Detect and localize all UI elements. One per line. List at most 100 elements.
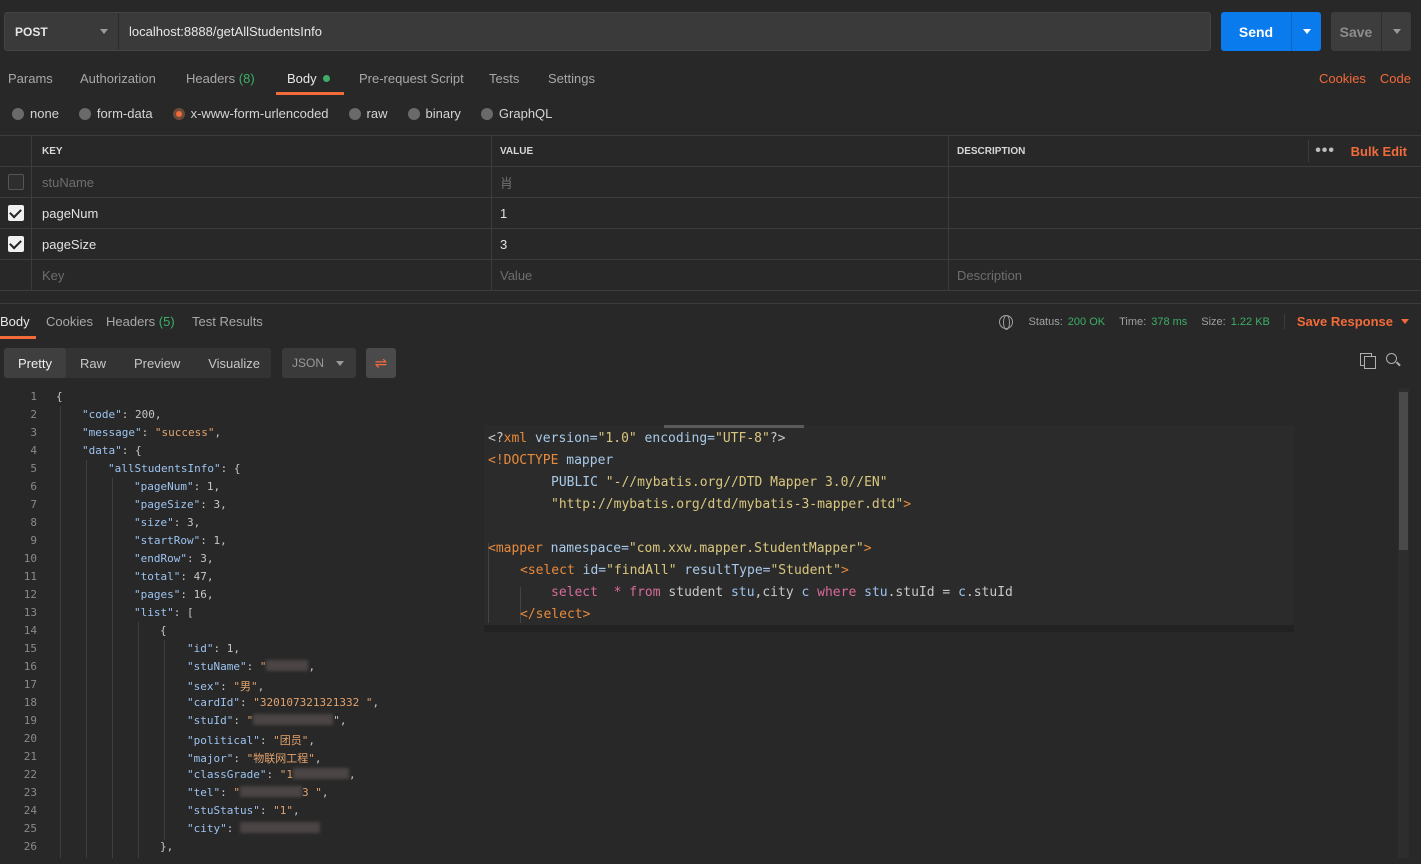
- wrap-lines-icon[interactable]: ⇌: [366, 348, 396, 378]
- tab-body[interactable]: Body: [287, 71, 330, 86]
- tab-headers[interactable]: Headers (8): [186, 71, 255, 86]
- redacted-text: [240, 822, 320, 833]
- json-value: ": [259, 660, 267, 673]
- params-table: KEY VALUE DESCRIPTION ••• Bulk Edit stuN…: [0, 135, 1421, 291]
- param-value[interactable]: 肖: [491, 167, 948, 197]
- send-options-button[interactable]: [1291, 12, 1321, 51]
- xml-line: select * from student stu,city c where s…: [551, 585, 1013, 600]
- line-number: 12: [23, 588, 37, 601]
- tab-prerequest-script[interactable]: Pre-request Script: [359, 71, 464, 86]
- save-response-button[interactable]: Save Response: [1283, 314, 1409, 329]
- column-header-value: VALUE: [491, 136, 948, 166]
- response-tab-test-results[interactable]: Test Results: [192, 314, 263, 329]
- radio-none[interactable]: none: [12, 106, 59, 121]
- radio-binary[interactable]: binary: [407, 106, 461, 121]
- code-line: {: [160, 624, 167, 637]
- new-value-input[interactable]: Value: [491, 260, 948, 290]
- overlay-scrollbar[interactable]: [664, 425, 804, 428]
- format-select[interactable]: JSON: [282, 348, 356, 378]
- status-value: 200 OK: [1067, 315, 1106, 328]
- new-description-input[interactable]: Description: [948, 260, 1421, 290]
- code-line: "endRow": 3,: [134, 552, 214, 565]
- code-line: "pageNum": 1,: [134, 480, 221, 493]
- radio-x-www-form-urlencoded[interactable]: x-www-form-urlencoded: [172, 106, 329, 121]
- tab-tests[interactable]: Tests: [489, 71, 519, 86]
- code-line: "city":: [187, 822, 320, 835]
- body-indicator-dot: [322, 75, 330, 82]
- param-key[interactable]: pageNum: [31, 198, 491, 228]
- radio-label: binary: [425, 106, 461, 121]
- param-value[interactable]: 3: [491, 229, 948, 259]
- save-options-button[interactable]: [1381, 12, 1411, 51]
- format-label: JSON: [292, 356, 325, 370]
- status-label: Status:: [1028, 315, 1063, 328]
- param-description[interactable]: [948, 167, 1421, 197]
- vertical-scrollbar[interactable]: [1398, 388, 1409, 858]
- tab-authorization[interactable]: Authorization: [80, 71, 156, 86]
- overlay-footer: [484, 625, 1294, 632]
- row-checkbox-checked[interactable]: [7, 205, 24, 221]
- json-key: "political": [187, 734, 260, 747]
- view-mode-group: Pretty Raw Preview Visualize: [4, 348, 271, 378]
- json-value: 16: [193, 588, 207, 601]
- line-number: 14: [23, 624, 37, 637]
- radio-raw[interactable]: raw: [348, 106, 388, 121]
- param-key[interactable]: pageSize: [31, 229, 491, 259]
- save-button[interactable]: Save: [1331, 12, 1411, 51]
- row-checkbox[interactable]: [7, 174, 24, 190]
- json-key: "id": [187, 642, 214, 655]
- url-input[interactable]: localhost:8888/getAllStudentsInfo: [119, 24, 322, 39]
- radio-graphql[interactable]: GraphQL: [480, 106, 552, 121]
- response-tab-body[interactable]: Body: [0, 314, 30, 329]
- radio-label: x-www-form-urlencoded: [190, 106, 329, 121]
- line-number: 23: [23, 786, 37, 799]
- tab-settings[interactable]: Settings: [548, 71, 595, 86]
- size-value: 1.22 KB: [1230, 315, 1270, 328]
- search-icon[interactable]: [1386, 353, 1400, 367]
- code-line: "cardId": "320107321321332 ",: [187, 696, 380, 709]
- scrollbar-thumb[interactable]: [1399, 392, 1408, 550]
- view-raw[interactable]: Raw: [66, 348, 120, 378]
- line-number: 4: [30, 444, 37, 457]
- code-link[interactable]: Code: [1380, 71, 1411, 86]
- view-pretty[interactable]: Pretty: [4, 348, 66, 378]
- radio-form-data[interactable]: form-data: [78, 106, 153, 121]
- xml-line: <?xml version="1.0" encoding="UTF-8"?>: [488, 431, 786, 446]
- line-number: 16: [23, 660, 37, 673]
- line-number: 7: [30, 498, 37, 511]
- json-key: "pageSize": [134, 498, 201, 511]
- time-value: 378 ms: [1151, 315, 1188, 328]
- chevron-down-icon: [1401, 319, 1409, 324]
- new-key-input[interactable]: Key: [31, 260, 491, 290]
- param-key[interactable]: stuName: [31, 167, 491, 197]
- line-number: 2: [30, 408, 37, 421]
- bulk-edit-link[interactable]: Bulk Edit: [1351, 144, 1407, 159]
- response-tab-cookies[interactable]: Cookies: [46, 314, 93, 329]
- xml-line: <select id="findAll" resultType="Student…: [520, 563, 849, 578]
- view-preview[interactable]: Preview: [120, 348, 194, 378]
- code-line: "startRow": 1,: [134, 534, 227, 547]
- response-tab-headers[interactable]: Headers (5): [106, 314, 175, 329]
- chevron-down-icon: [1392, 29, 1401, 34]
- param-description[interactable]: [948, 198, 1421, 228]
- globe-icon[interactable]: [998, 314, 1013, 330]
- param-value[interactable]: 1: [491, 198, 948, 228]
- method-select[interactable]: POST: [5, 13, 119, 50]
- cookies-link[interactable]: Cookies: [1319, 71, 1366, 86]
- json-value: ": [233, 786, 240, 799]
- copy-icon[interactable]: [1360, 353, 1376, 369]
- row-checkbox-checked[interactable]: [7, 236, 24, 252]
- more-options-icon[interactable]: •••: [1315, 142, 1335, 160]
- json-key: "sex": [187, 680, 221, 693]
- save-label: Save: [1339, 23, 1373, 40]
- line-number: 10: [23, 552, 37, 565]
- param-description[interactable]: [948, 229, 1421, 259]
- tab-params[interactable]: Params: [8, 71, 53, 86]
- tab-body-label: Body: [287, 71, 317, 86]
- radio-selected-icon: [172, 107, 185, 120]
- table-row: pageSize 3: [0, 229, 1421, 260]
- chevron-down-icon: [100, 29, 108, 34]
- code-line: },: [160, 840, 174, 853]
- view-visualize[interactable]: Visualize: [194, 348, 274, 378]
- send-button[interactable]: Send: [1221, 12, 1321, 51]
